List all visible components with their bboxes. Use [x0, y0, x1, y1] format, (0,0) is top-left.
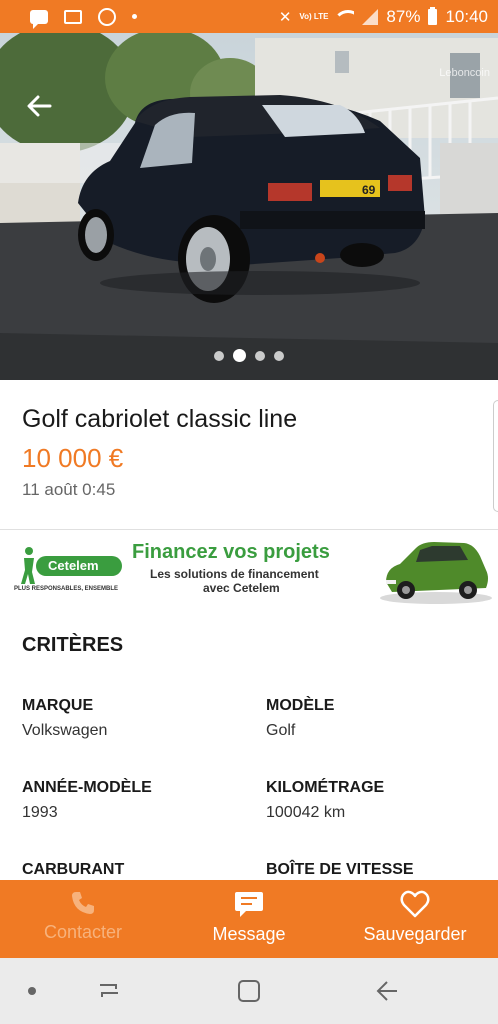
mute-icon: ✕ [278, 8, 292, 26]
criteria-label-model: MODÈLE [266, 697, 335, 714]
criteria-label-mileage: KILOMÉTRAGE [266, 779, 385, 796]
car-photo: 69 [0, 33, 498, 380]
battery-icon [428, 6, 438, 25]
back-button[interactable] [22, 91, 56, 121]
news-icon [64, 9, 82, 24]
carousel-dot[interactable] [255, 351, 265, 361]
listing-price: 10 000 € [22, 443, 124, 473]
home-button[interactable] [233, 976, 265, 1006]
status-bar: ✕ Vo) LTE 87% 10:40 [0, 0, 498, 33]
system-icons: ✕ Vo) LTE 87% 10:40 [278, 6, 488, 27]
cetelem-man-icon [21, 547, 35, 584]
ad-headline: Financez vos projets [132, 541, 330, 563]
cetelem-brand: Cetelem [36, 556, 122, 576]
back-icon [376, 981, 397, 1001]
message-label: Message [212, 924, 286, 944]
message-icon [235, 892, 263, 917]
watermark: Leboncoin [439, 67, 490, 79]
criteria-section-title: CRITÈRES [22, 634, 124, 656]
criteria-label-brand: MARQUE [22, 697, 94, 714]
contact-label: Contacter [43, 922, 123, 942]
criteria-value-brand: Volkswagen [22, 722, 108, 739]
ad-subline-1: Les solutions de financement [150, 567, 319, 581]
recents-icon [100, 984, 118, 997]
clock: 10:40 [445, 6, 488, 26]
arrow-left-icon [27, 95, 52, 117]
criteria-value-year: 1993 [22, 804, 58, 821]
action-bar: Contacter Message Sauvegarder [0, 880, 498, 958]
ad-subline-2: avec Cetelem [203, 581, 280, 595]
listing-date: 11 août 0:45 [22, 480, 116, 499]
phone-icon [72, 892, 94, 914]
message-button[interactable]: Message [166, 880, 332, 958]
cetelem-tagline: PLUS RESPONSABLES, ENSEMBLE [14, 586, 119, 592]
signal-icon [362, 8, 379, 25]
sync-icon [98, 7, 116, 26]
dot-icon [132, 14, 137, 19]
home-icon [238, 980, 260, 1002]
criteria-label-year: ANNÉE-MODÈLE [22, 779, 152, 796]
battery-percent: 87% [386, 6, 421, 26]
criteria-label-gearbox: BOÎTE DE VITESSE [266, 861, 414, 878]
carousel-dot[interactable] [274, 351, 284, 361]
listing-photo[interactable]: 69 Leboncoin [0, 33, 498, 380]
lte-icon: Vo) LTE [299, 11, 329, 21]
svg-text:69: 69 [362, 183, 376, 197]
carousel-indicator [0, 349, 498, 362]
cetelem-logo: Cetelem PLUS RESPONSABLES, ENSEMBLE [14, 542, 124, 602]
save-button[interactable]: Sauvegarder [332, 880, 498, 958]
carousel-dot-active[interactable] [233, 349, 246, 362]
wifi-icon [336, 9, 355, 24]
notification-icons [30, 7, 137, 29]
carousel-dot[interactable] [214, 351, 224, 361]
contact-button[interactable]: Contacter [0, 880, 166, 958]
dot-icon [28, 987, 36, 995]
recents-button[interactable] [93, 976, 125, 1006]
save-label: Sauvegarder [363, 924, 467, 944]
criteria-label-fuel: CARBURANT [22, 861, 125, 878]
back-nav-button[interactable] [372, 976, 404, 1006]
system-nav-bar [0, 958, 498, 1024]
listing-title: Golf cabriolet classic line [22, 405, 298, 433]
nav-dot-button[interactable] [16, 976, 48, 1006]
criteria-value-mileage: 100042 km [266, 804, 346, 821]
ad-car-image [380, 542, 492, 604]
side-panel-handle[interactable] [493, 400, 498, 512]
heart-icon [400, 890, 430, 918]
criteria-value-model: Golf [266, 722, 296, 739]
chat-icon [30, 9, 48, 29]
